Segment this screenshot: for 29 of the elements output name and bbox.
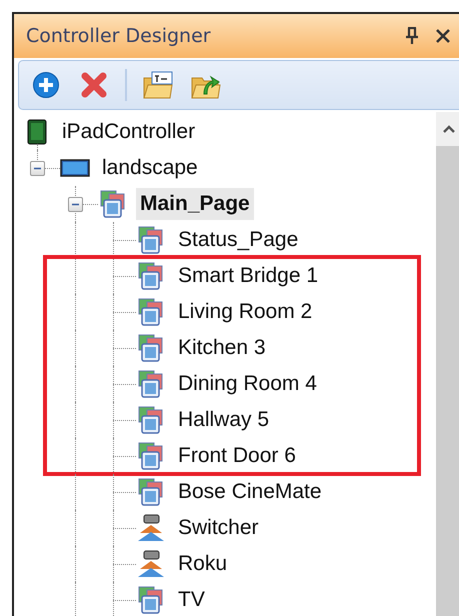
collapse-button[interactable]	[30, 161, 45, 176]
tree-item[interactable]: Living Room 2	[174, 296, 316, 328]
tree-item[interactable]: TV	[174, 584, 209, 616]
caret-up-icon	[442, 125, 454, 133]
collapse-button[interactable]	[68, 197, 83, 212]
tree-item[interactable]: Bose CineMate	[174, 476, 326, 508]
tree-item[interactable]: iPadController	[58, 116, 200, 148]
tablet-icon	[27, 119, 47, 145]
folder-icon	[142, 70, 174, 100]
panel-title: Controller Designer	[26, 25, 212, 47]
pin-icon[interactable]	[405, 27, 419, 45]
tree-item[interactable]: Status_Page	[174, 224, 302, 256]
switcher-icon	[136, 549, 166, 579]
switcher-icon	[136, 513, 166, 543]
tree-item[interactable]: Front Door 6	[174, 440, 300, 472]
tree-item[interactable]: Roku	[174, 548, 232, 580]
tree-item[interactable]: landscape	[98, 152, 202, 184]
tree-item[interactable]: Switcher	[174, 512, 263, 544]
delete-icon	[80, 71, 108, 99]
tree-item[interactable]: Smart Bridge 1	[174, 260, 322, 292]
close-icon[interactable]	[435, 28, 451, 44]
scrollbar[interactable]	[436, 112, 459, 616]
tree-item[interactable]: Hallway 5	[174, 404, 274, 436]
add-icon	[32, 71, 60, 99]
tree-item[interactable]: Kitchen 3	[174, 332, 270, 364]
monitor-icon	[60, 158, 90, 178]
scroll-up-button[interactable]	[436, 112, 459, 146]
tree-item[interactable]: Dining Room 4	[174, 368, 321, 400]
tree-item[interactable]: Main_Page	[136, 188, 254, 220]
